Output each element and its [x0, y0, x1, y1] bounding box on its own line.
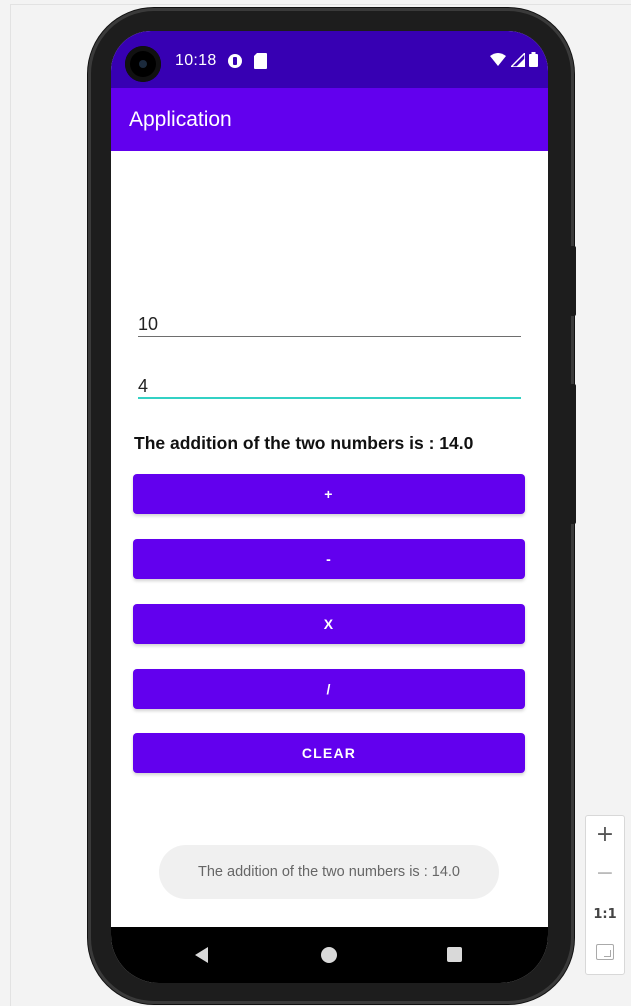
toast-message: The addition of the two numbers is : 14.…	[159, 845, 499, 899]
back-icon[interactable]	[195, 947, 208, 963]
camera-icon	[125, 46, 161, 82]
navigation-bar	[111, 927, 548, 983]
status-time: 10:18	[175, 52, 217, 69]
status-icons	[490, 51, 538, 72]
first-number-underline	[138, 336, 521, 337]
volume-button	[570, 246, 576, 316]
notification-icon	[228, 54, 242, 68]
zoom-controls: + − 1:1	[585, 815, 625, 975]
battery-icon	[529, 52, 538, 67]
clear-button[interactable]: CLEAR	[133, 733, 525, 773]
second-number-underline	[138, 397, 521, 399]
fit-screen-icon[interactable]	[596, 944, 614, 960]
device-screen: 10:18 Application The addition	[111, 31, 548, 983]
sd-card-icon	[254, 53, 267, 69]
divide-button[interactable]: /	[133, 669, 525, 709]
actual-size-button[interactable]: 1:1	[586, 907, 624, 922]
power-button	[570, 384, 576, 524]
result-text: The addition of the two numbers is : 14.…	[134, 433, 474, 453]
zoom-in-button[interactable]: +	[586, 822, 624, 847]
multiply-button[interactable]: X	[133, 604, 525, 644]
subtract-button[interactable]: -	[133, 539, 525, 579]
app-bar: Application	[111, 88, 548, 151]
wifi-icon	[490, 53, 507, 66]
app-title: Application	[129, 108, 232, 131]
status-bar: 10:18	[111, 31, 548, 88]
recents-icon[interactable]	[447, 947, 462, 962]
add-button[interactable]: +	[133, 474, 525, 514]
zoom-out-button[interactable]: −	[586, 861, 624, 886]
home-icon[interactable]	[321, 947, 337, 963]
signal-icon	[508, 51, 526, 68]
